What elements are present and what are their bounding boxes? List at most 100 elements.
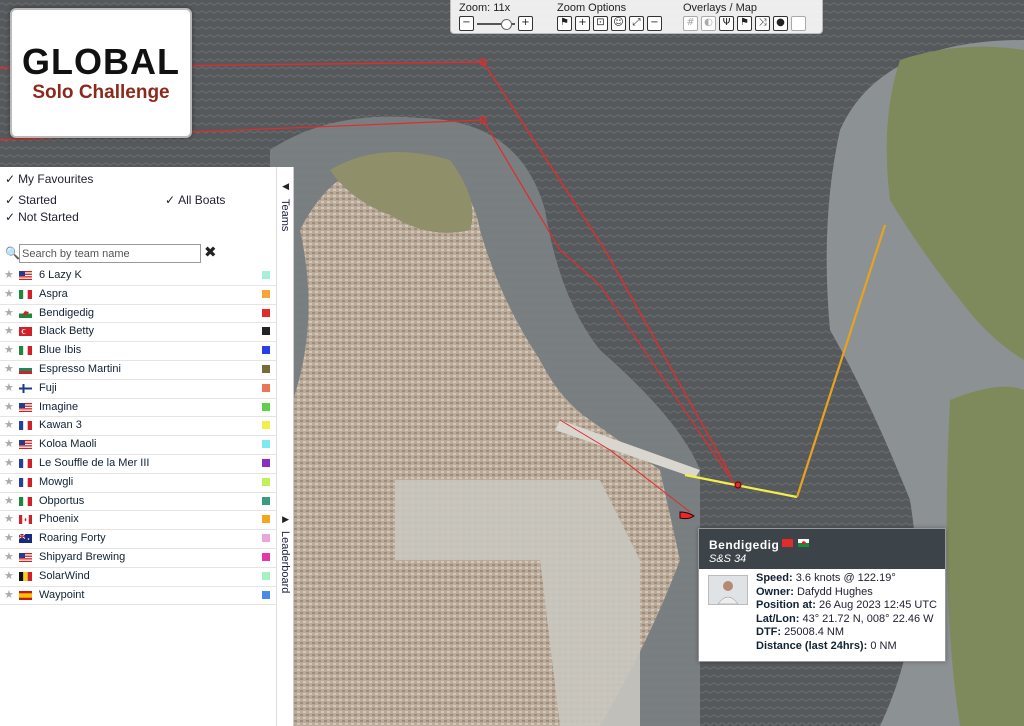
fr-flag-icon bbox=[19, 458, 32, 468]
team-row[interactable]: ★ Fuji bbox=[0, 380, 276, 399]
favourite-star-icon[interactable]: ★ bbox=[4, 588, 14, 601]
flags-icon[interactable]: ⚑ bbox=[737, 16, 752, 31]
team-name[interactable]: Black Betty bbox=[39, 325, 94, 337]
zoom-in-button[interactable]: + bbox=[518, 16, 533, 31]
team-row[interactable]: ★ Waypoint bbox=[0, 587, 276, 606]
team-name[interactable]: Kawan 3 bbox=[39, 419, 82, 431]
favourite-star-icon[interactable]: ★ bbox=[4, 456, 14, 469]
team-name[interactable]: Aspra bbox=[39, 288, 68, 300]
wales-flag-icon bbox=[19, 308, 32, 318]
group-icon[interactable]: ☺ bbox=[611, 16, 626, 31]
team-row[interactable]: ★ Imagine bbox=[0, 399, 276, 418]
zoom-slider[interactable] bbox=[477, 18, 515, 30]
filter-favourites[interactable]: ✓ My Favourites bbox=[5, 172, 93, 186]
be-flag-icon bbox=[19, 571, 32, 581]
favourite-star-icon[interactable]: ★ bbox=[4, 569, 14, 582]
popup-boat-name: Bendigedig bbox=[709, 538, 780, 552]
favourite-star-icon[interactable]: ★ bbox=[4, 531, 14, 544]
team-name[interactable]: Phoenix bbox=[39, 513, 79, 525]
filter-not-started[interactable]: ✓ Not Started bbox=[5, 210, 79, 224]
team-name[interactable]: Shipyard Brewing bbox=[39, 551, 125, 563]
dtf-label: DTF: bbox=[756, 626, 782, 638]
team-row[interactable]: ★ SolarWind bbox=[0, 568, 276, 587]
tab-leaderboard[interactable]: Leaderboard bbox=[279, 531, 291, 593]
fit-icon[interactable]: ⊡ bbox=[593, 16, 608, 31]
grid-icon[interactable]: # bbox=[683, 16, 698, 31]
clear-search-icon[interactable]: ✖ bbox=[204, 243, 217, 261]
blank-toggle-icon[interactable] bbox=[791, 16, 806, 31]
daynight-icon[interactable]: ◐ bbox=[701, 16, 716, 31]
team-name[interactable]: Espresso Martini bbox=[39, 363, 121, 375]
team-row[interactable]: ★ Shipyard Brewing bbox=[0, 549, 276, 568]
team-row[interactable]: ★ 6 Lazy K bbox=[0, 267, 276, 286]
zoom-slider-handle[interactable] bbox=[501, 18, 512, 30]
favourite-star-icon[interactable]: ★ bbox=[4, 550, 14, 563]
team-row[interactable]: ★ Obportus bbox=[0, 493, 276, 512]
team-row[interactable]: ★ Mowgli bbox=[0, 474, 276, 493]
team-row[interactable]: ★ Roaring Forty bbox=[0, 530, 276, 549]
favourite-star-icon[interactable]: ★ bbox=[4, 418, 14, 431]
check-icon: ✓ bbox=[5, 193, 16, 207]
us-flag-icon bbox=[19, 271, 32, 280]
owner-label: Owner: bbox=[756, 585, 794, 598]
team-row[interactable]: ★ Le Souffle de la Mer III bbox=[0, 455, 276, 474]
team-name[interactable]: Le Souffle de la Mer III bbox=[39, 457, 149, 469]
team-color-swatch bbox=[262, 590, 270, 599]
distance-label: Distance (last 24hrs): bbox=[756, 639, 868, 652]
zoom-out-button[interactable]: − bbox=[459, 16, 474, 31]
team-color-swatch bbox=[262, 383, 270, 392]
boat-marker[interactable] bbox=[734, 481, 742, 489]
team-color-swatch bbox=[262, 327, 270, 336]
favourite-star-icon[interactable]: ★ bbox=[4, 343, 14, 356]
favourite-star-icon[interactable]: ★ bbox=[4, 268, 14, 281]
team-name[interactable]: Roaring Forty bbox=[39, 532, 106, 544]
tab-teams[interactable]: Teams bbox=[279, 199, 291, 231]
favourite-star-icon[interactable]: ★ bbox=[4, 324, 14, 337]
team-row[interactable]: ★ Koloa Maoli bbox=[0, 436, 276, 455]
team-name[interactable]: Blue Ibis bbox=[39, 344, 81, 356]
favourite-star-icon[interactable]: ★ bbox=[4, 381, 14, 394]
team-name[interactable]: Imagine bbox=[39, 401, 78, 413]
filter-all-boats[interactable]: ✓ All Boats bbox=[165, 193, 225, 207]
team-row[interactable]: ★ Black Betty bbox=[0, 323, 276, 343]
it-flag-icon bbox=[19, 346, 32, 356]
favourite-star-icon[interactable]: ★ bbox=[4, 362, 14, 375]
fi-flag-icon bbox=[19, 383, 32, 393]
team-search-input[interactable] bbox=[19, 244, 201, 263]
team-row[interactable]: ★ Espresso Martini bbox=[0, 361, 276, 380]
team-name[interactable]: Bendigedig bbox=[39, 307, 94, 319]
team-color-swatch bbox=[262, 458, 270, 467]
team-row[interactable]: ★ Bendigedig bbox=[0, 305, 276, 324]
wind-icon[interactable]: Ψ bbox=[719, 16, 734, 31]
collapse-teams-icon[interactable]: ◀ bbox=[282, 181, 289, 192]
team-name[interactable]: Koloa Maoli bbox=[39, 438, 96, 450]
filter-started[interactable]: ✓ Started bbox=[5, 193, 57, 207]
favourite-star-icon[interactable]: ★ bbox=[4, 437, 14, 450]
team-row[interactable]: ★ Phoenix bbox=[0, 511, 276, 531]
team-name[interactable]: Mowgli bbox=[39, 476, 73, 488]
favourite-star-icon[interactable]: ★ bbox=[4, 512, 14, 525]
team-name[interactable]: Waypoint bbox=[39, 589, 84, 601]
team-row[interactable]: ★ Aspra bbox=[0, 286, 276, 305]
expand-leaderboard-icon[interactable]: ▶ bbox=[282, 514, 289, 525]
dtf-value: 25008.4 NM bbox=[784, 626, 845, 638]
collapse-icon[interactable]: − bbox=[647, 16, 662, 31]
popup-details: Speed: 3.6 knots @ 122.19° Owner: Dafydd… bbox=[756, 572, 937, 653]
shuffle-icon[interactable]: ⤨ bbox=[755, 16, 770, 31]
favourite-star-icon[interactable]: ★ bbox=[4, 400, 14, 413]
expand-icon[interactable]: ⤢ bbox=[629, 16, 644, 31]
globe-icon[interactable]: ● bbox=[773, 16, 788, 31]
favourite-star-icon[interactable]: ★ bbox=[4, 287, 14, 300]
team-row[interactable]: ★ Kawan 3 bbox=[0, 417, 276, 437]
favourite-star-icon[interactable]: ★ bbox=[4, 475, 14, 488]
team-row[interactable]: ★ Blue Ibis bbox=[0, 342, 276, 361]
favourite-star-icon[interactable]: ★ bbox=[4, 306, 14, 319]
team-name[interactable]: Fuji bbox=[39, 382, 57, 394]
team-name[interactable]: 6 Lazy K bbox=[39, 269, 82, 281]
team-name[interactable]: Obportus bbox=[39, 495, 84, 507]
position-label: Position at: bbox=[756, 599, 816, 611]
team-name[interactable]: SolarWind bbox=[39, 570, 90, 582]
zoom-plus-icon[interactable]: + bbox=[575, 16, 590, 31]
favourite-star-icon[interactable]: ★ bbox=[4, 494, 14, 507]
flag-icon[interactable]: ⚑ bbox=[557, 16, 572, 31]
